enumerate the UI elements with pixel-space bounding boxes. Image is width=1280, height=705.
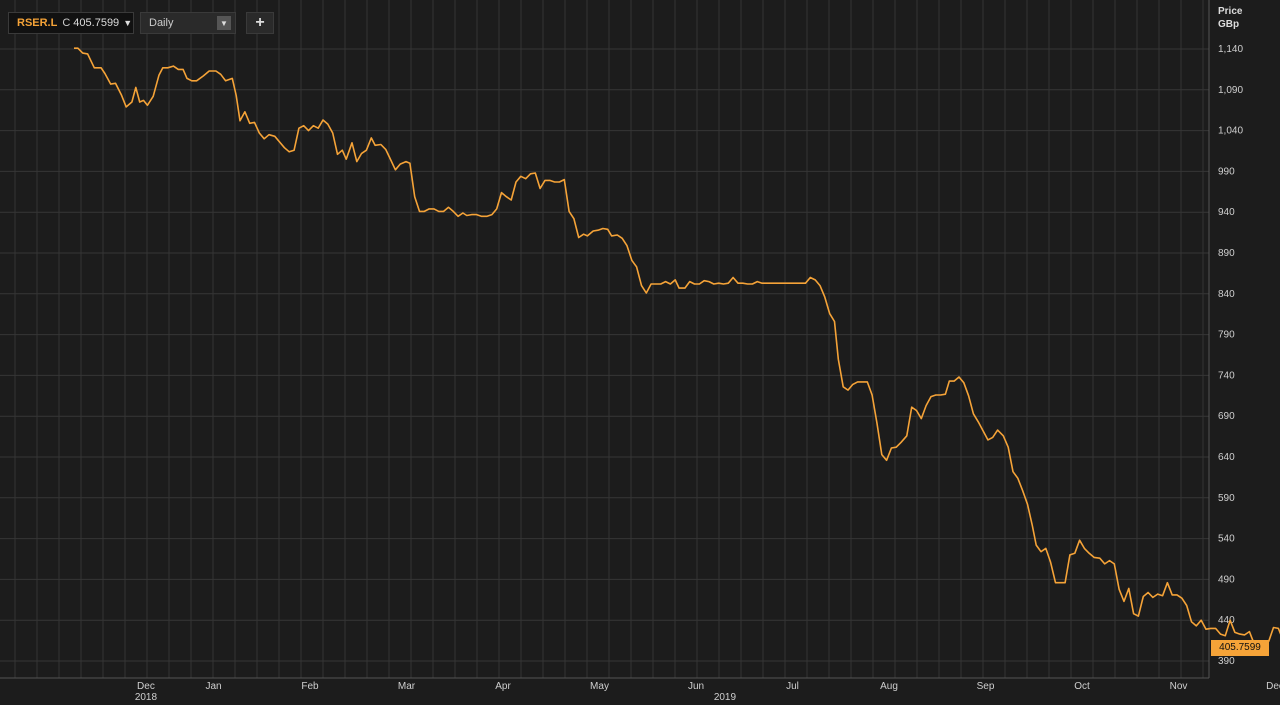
y-tick-label: 590 (1218, 493, 1235, 504)
y-tick-label: 1,040 (1218, 126, 1243, 137)
symbol-selector[interactable]: RSER.L C 405.7599 ▼ (8, 12, 134, 34)
x-tick-label: Jul (786, 681, 799, 692)
y-tick-label: 1,140 (1218, 44, 1243, 55)
interval-selector[interactable]: Daily ▼ (140, 12, 236, 34)
x-tick-label: Jan (205, 681, 221, 692)
symbol-label: RSER.L (17, 17, 58, 29)
x-tick-label: Oct (1074, 681, 1090, 692)
y-tick-label: 640 (1218, 452, 1235, 463)
y-tick-label: 840 (1218, 289, 1235, 300)
last-price-tag: 405.7599 (1211, 640, 1269, 656)
interval-label: Daily (149, 17, 174, 29)
x-tick-label: Apr (495, 681, 511, 692)
x-tick-label: Mar (398, 681, 416, 692)
add-button[interactable]: + (246, 12, 274, 34)
y-tick-label: 1,090 (1218, 85, 1243, 96)
y-tick-label: 890 (1218, 248, 1235, 259)
y-tick-label: 540 (1218, 534, 1235, 545)
y-tick-label: 390 (1218, 656, 1235, 667)
y-tick-label: 790 (1218, 330, 1235, 341)
y-tick-label: 490 (1218, 574, 1235, 585)
x-tick-label: Dec (1266, 681, 1280, 692)
x-tick-label: Aug (880, 681, 898, 692)
chart-background (0, 0, 1280, 705)
currency-label: GBp (1218, 19, 1240, 30)
chart-toolbar: RSER.L C 405.7599 ▼ Daily ▼ + (8, 12, 274, 36)
x-tick-label: May (590, 681, 609, 692)
x-tick-label: Feb (301, 681, 319, 692)
price-axis-title: Price GBp (1218, 5, 1242, 31)
price-chart[interactable]: 3904404905405906406907407908408909409901… (0, 0, 1280, 705)
x-tick-label: Dec (137, 681, 155, 692)
chevron-down-icon[interactable]: ▼ (217, 16, 231, 30)
y-tick-label: 990 (1218, 166, 1235, 177)
x-tick-label: Jun (688, 681, 704, 692)
x-tick-label: Nov (1170, 681, 1188, 692)
x-year-label: 2019 (714, 692, 737, 703)
close-value: 405.7599 (73, 17, 120, 29)
price-label: Price (1218, 6, 1243, 17)
y-tick-label: 740 (1218, 370, 1235, 381)
x-year-label: 2018 (135, 692, 158, 703)
x-tick-label: Sep (977, 681, 995, 692)
y-tick-label: 940 (1218, 207, 1235, 218)
chevron-down-icon[interactable]: ▼ (123, 18, 132, 28)
y-tick-label: 690 (1218, 411, 1235, 422)
close-tag: C (62, 17, 71, 29)
